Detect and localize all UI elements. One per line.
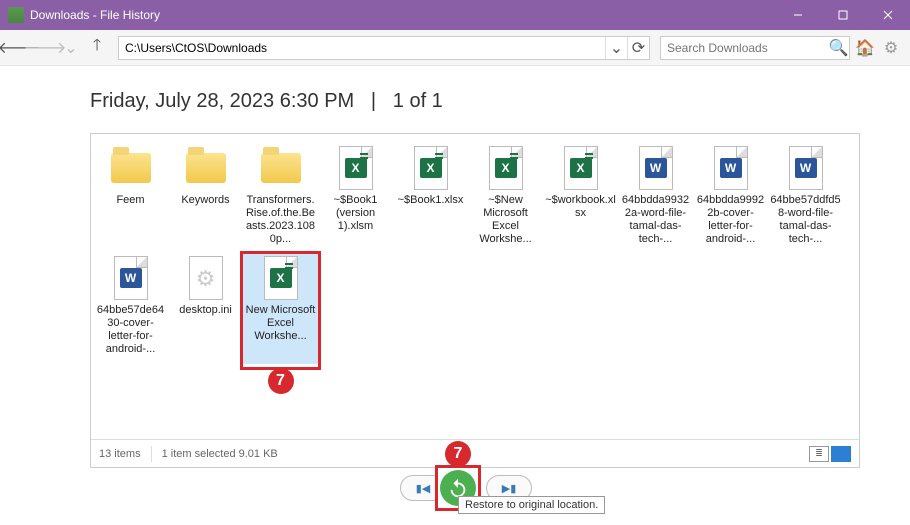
file-label: ~$workbook.xlsx	[545, 194, 617, 220]
address-bar[interactable]: ⌄ ⟳	[118, 36, 650, 60]
refresh-button[interactable]: ⟳	[627, 37, 649, 59]
file-label: 64bbe57de6430-cover-letter-for-android-.…	[95, 304, 167, 356]
icons-view-button[interactable]	[831, 446, 851, 462]
address-dropdown[interactable]: ⌄	[605, 37, 627, 59]
view-toggle[interactable]: ≣	[809, 446, 851, 462]
version-timestamp: Friday, July 28, 2023 6:30 PM	[90, 90, 354, 112]
word-icon: W	[107, 254, 155, 302]
file-item[interactable]: X ~$Book1.xlsx	[393, 144, 468, 254]
file-item[interactable]: Keywords	[168, 144, 243, 254]
excel-icon: X	[557, 144, 605, 192]
file-label: New Microsoft Excel Workshe...	[245, 304, 317, 343]
excel-icon: X	[407, 144, 455, 192]
recent-locations-dropdown[interactable]: ⌄	[60, 37, 82, 59]
selection-info: 1 item selected 9.01 KB	[162, 448, 278, 460]
file-label: ~$Book1 (version 1).xlsm	[320, 194, 392, 233]
toolbar: 🡐 🡒 ⌄ 🡑 ⌄ ⟳ 🔍 🏠 ⚙	[0, 30, 910, 66]
word-icon: W	[707, 144, 755, 192]
maximize-button[interactable]	[820, 0, 865, 30]
file-item[interactable]: W64bbdda99922b-cover-letter-for-android-…	[693, 144, 768, 254]
search-box[interactable]: 🔍	[660, 36, 850, 60]
file-item[interactable]: X~$New Microsoft Excel Workshe...	[468, 144, 543, 254]
word-icon: W	[782, 144, 830, 192]
version-header: Friday, July 28, 2023 6:30 PM | 1 of 1	[90, 90, 820, 113]
home-icon[interactable]: 🏠	[854, 38, 876, 58]
excel-icon: X	[332, 144, 380, 192]
file-item[interactable]: W64bbe57de6430-cover-letter-for-android-…	[93, 254, 168, 364]
folder-icon	[182, 144, 230, 192]
file-label: ~$Book1.xlsx	[395, 194, 467, 207]
file-item[interactable]: Transformers.Rise.of.the.Beasts.2023.108…	[243, 144, 318, 254]
file-item[interactable]: W64bbdda99322a-word-file-tamal-das-tech-…	[618, 144, 693, 254]
file-pane: FeemKeywordsTransformers.Rise.of.the.Bea…	[90, 133, 860, 468]
up-button[interactable]: 🡑	[86, 37, 108, 59]
word-icon: W	[632, 144, 680, 192]
file-label: Keywords	[170, 194, 242, 207]
close-button[interactable]	[865, 0, 910, 30]
status-bar: 13 items 1 item selected 9.01 KB ≣	[91, 439, 859, 467]
file-item[interactable]: ⚙ desktop.ini	[168, 254, 243, 364]
file-item[interactable]: XNew Microsoft Excel Workshe...	[243, 254, 318, 364]
ini-icon: ⚙	[182, 254, 230, 302]
file-item[interactable]: W64bbe57ddfd58-word-file-tamal-das-tech-…	[768, 144, 843, 254]
gear-icon[interactable]: ⚙	[880, 38, 902, 58]
item-count: 13 items	[99, 448, 141, 460]
file-label: ~$New Microsoft Excel Workshe...	[470, 194, 542, 246]
file-item[interactable]: X~$workbook.xlsx	[543, 144, 618, 254]
details-view-button[interactable]: ≣	[809, 446, 829, 462]
folder-icon	[257, 144, 305, 192]
file-label: Transformers.Rise.of.the.Beasts.2023.108…	[245, 194, 317, 246]
app-icon	[8, 7, 24, 23]
file-item[interactable]: Feem	[93, 144, 168, 254]
minimize-button[interactable]	[775, 0, 820, 30]
titlebar: Downloads - File History	[0, 0, 910, 30]
file-label: 64bbe57ddfd58-word-file-tamal-das-tech-.…	[770, 194, 842, 246]
callout-badge-restore: 7	[445, 441, 471, 467]
excel-icon: X	[482, 144, 530, 192]
search-icon[interactable]: 🔍	[828, 38, 849, 58]
window-title: Downloads - File History	[30, 8, 775, 22]
search-input[interactable]	[661, 41, 828, 55]
folder-icon	[107, 144, 155, 192]
restore-tooltip: Restore to original location.	[458, 496, 605, 514]
callout-badge-item: 7	[268, 368, 294, 394]
forward-button[interactable]: 🡒	[34, 37, 56, 59]
file-label: 64bbdda99322a-word-file-tamal-das-tech-.…	[620, 194, 692, 246]
address-input[interactable]	[119, 41, 605, 55]
file-label: 64bbdda99922b-cover-letter-for-android-.…	[695, 194, 767, 246]
items-grid[interactable]: FeemKeywordsTransformers.Rise.of.the.Bea…	[91, 134, 859, 439]
file-label: desktop.ini	[170, 304, 242, 317]
file-item[interactable]: X~$Book1 (version 1).xlsm	[318, 144, 393, 254]
version-pager: 1 of 1	[393, 90, 443, 112]
excel-icon: X	[257, 254, 305, 302]
file-label: Feem	[95, 194, 167, 207]
